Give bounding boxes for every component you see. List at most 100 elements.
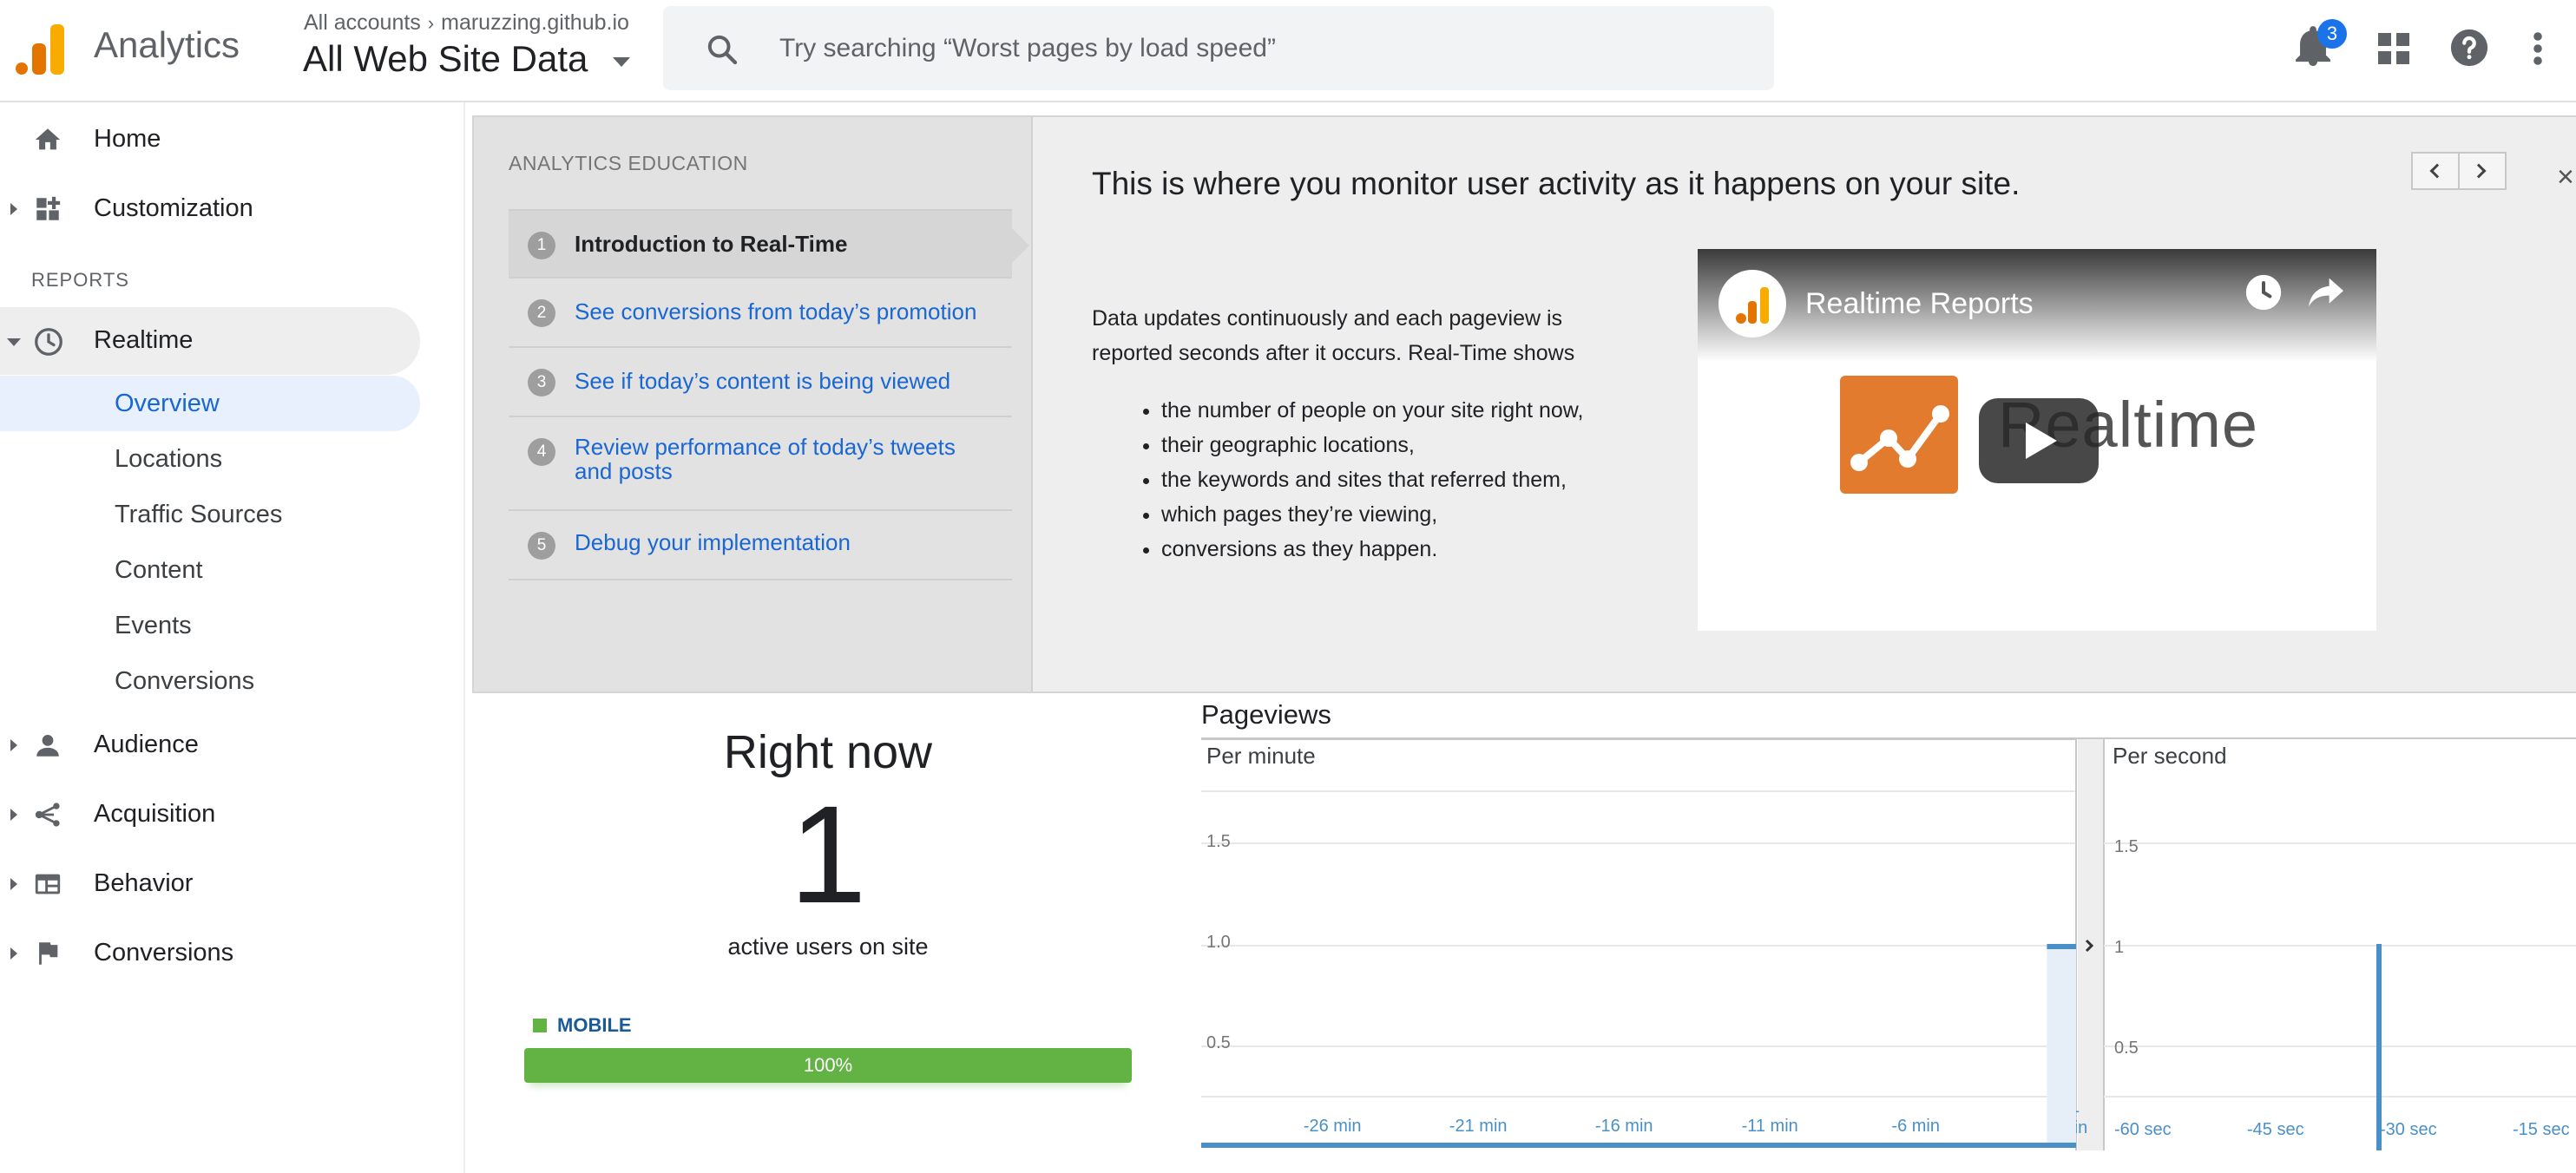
pageviews-chart: 0.5 1.0 1.5 -26 min -21 min -16 min -11 min -6 …	[1201, 739, 2576, 1150]
sidebar-item-label: Behavior	[94, 869, 194, 897]
help-icon[interactable]	[2449, 28, 2489, 68]
sidebar-subitem-label: Overview	[115, 390, 220, 417]
expand-arrow-icon[interactable]	[10, 809, 17, 821]
expand-arrow-icon[interactable]	[10, 947, 17, 960]
education-step-1[interactable]: 1 Introduction to Real-Time	[509, 209, 1029, 279]
mobile-legend-swatch	[533, 1019, 547, 1032]
analytics-logo-icon[interactable]	[16, 23, 64, 75]
reports-heading: REPORTS	[31, 269, 129, 291]
x-tick-label: -60 sec	[2114, 1120, 2172, 1139]
sidebar-item-conversions[interactable]: Conversions	[0, 920, 465, 987]
chevron-left-icon	[2429, 163, 2445, 179]
apps-grid-icon[interactable]	[2378, 33, 2409, 64]
sidebar-subitem-label: Traffic Sources	[115, 501, 283, 528]
prev-button[interactable]	[2411, 152, 2460, 190]
education-bullet: conversions as they happen.	[1161, 532, 1647, 567]
step-number: 4	[528, 438, 555, 466]
chevron-right-icon	[2471, 163, 2487, 179]
step-link[interactable]: See if today’s content is being viewed	[575, 369, 991, 393]
sidebar-item-realtime[interactable]: Realtime	[0, 307, 465, 375]
expand-arrow-icon[interactable]	[10, 203, 17, 215]
sidebar-item-overview[interactable]: Overview	[0, 376, 420, 431]
education-title: This is where you monitor user activity …	[1092, 166, 2021, 201]
sidebar-item-locations[interactable]: Locations	[0, 431, 420, 487]
x-tick-label: -16 min	[1595, 1117, 1653, 1136]
view-selector[interactable]: All Web Site Data	[303, 38, 588, 80]
step-link[interactable]: Debug your implementation	[575, 530, 991, 554]
analytics-education-panel: ANALYTICS EDUCATION 1 Introduction to Re…	[472, 115, 2576, 693]
per-second-panel	[2104, 842, 2576, 1098]
bar	[2047, 944, 2076, 949]
search-input[interactable]	[779, 6, 1734, 90]
sidebar-nav: Home Customization REPORTS Realtime Over…	[0, 102, 465, 1173]
device-share-bar[interactable]: 100%	[524, 1048, 1132, 1083]
clock-icon	[35, 328, 62, 356]
sidebar-subitem-label: Events	[115, 612, 192, 639]
notification-badge: 3	[2317, 19, 2347, 49]
close-icon[interactable]: ×	[2557, 161, 2574, 194]
video-title[interactable]: Realtime Reports	[1805, 287, 2034, 321]
watch-later-icon[interactable]	[2244, 273, 2283, 311]
step-link[interactable]: See conversions from today’s promotion	[575, 299, 991, 324]
expand-arrow-icon[interactable]	[10, 878, 17, 890]
pageviews-title: Pageviews	[1201, 699, 1331, 730]
sidebar-item-content[interactable]: Content	[0, 542, 420, 598]
channel-avatar[interactable]	[1718, 270, 1786, 337]
share-icon[interactable]	[2307, 275, 2345, 310]
y-tick-label: 1.5	[2114, 837, 2139, 856]
breadcrumb-property[interactable]: maruzzing.github.io	[441, 10, 629, 35]
video-player[interactable]: Realtime Realtime Reports	[1698, 249, 2376, 631]
education-step-2[interactable]: 2 See conversions from today’s promotion	[509, 279, 1012, 348]
active-users-label: active users on site	[727, 934, 929, 960]
education-bullet: their geographic locations,	[1161, 428, 1647, 462]
step-label: Introduction to Real-Time	[575, 231, 848, 257]
education-step-3[interactable]: 3 See if today’s content is being viewed	[509, 348, 1012, 417]
sidebar-item-audience[interactable]: Audience	[0, 711, 465, 779]
sidebar-item-label: Conversions	[94, 939, 234, 967]
expand-arrow-icon[interactable]	[10, 739, 17, 751]
sidebar-item-behavior[interactable]: Behavior	[0, 850, 465, 918]
search-bar[interactable]	[663, 6, 1774, 90]
y-tick-label: 1.5	[1206, 832, 1231, 851]
app-title: Analytics	[94, 24, 240, 65]
sidebar-item-traffic-sources[interactable]: Traffic Sources	[0, 487, 420, 542]
step-link[interactable]: Review performance of today’s tweets and…	[575, 435, 991, 483]
x-tick-label: -30 sec	[2380, 1120, 2437, 1139]
per-minute-panel	[1201, 739, 2076, 1098]
education-step-4[interactable]: 4 Review performance of today’s tweets a…	[509, 417, 1012, 511]
x-tick-label: -21 min	[1449, 1117, 1508, 1136]
y-tick-label: 0.5	[1206, 1033, 1231, 1052]
sidebar-item-label: Realtime	[94, 326, 194, 354]
pageviews-chart-area: 0.5 1.0 1.5 -26 min -21 min -16 min -11 min -6 …	[1201, 737, 2576, 1150]
education-step-5[interactable]: 5 Debug your implementation	[509, 511, 1012, 580]
education-intro: Data updates continuously and each pagev…	[1092, 306, 1575, 365]
per-second-label: Per second	[2113, 743, 2227, 769]
next-button[interactable]	[2458, 152, 2507, 190]
right-now-title: Right now	[723, 726, 933, 778]
sidebar-item-acquisition[interactable]: Acquisition	[0, 781, 465, 849]
step-number: 1	[528, 232, 555, 259]
sidebar-item-realtime-conversions[interactable]: Conversions	[0, 653, 420, 709]
education-bullet: which pages they’re viewing,	[1161, 497, 1647, 532]
dashboard-icon	[36, 196, 61, 220]
more-vert-icon[interactable]	[2529, 31, 2546, 66]
breadcrumb-root[interactable]: All accounts	[304, 10, 421, 35]
sidebar-item-events[interactable]: Events	[0, 598, 420, 653]
y-tick-label: 1	[2114, 938, 2124, 957]
video-thumbnail-icon	[1840, 376, 1958, 494]
sidebar-item-home[interactable]: Home	[0, 106, 465, 174]
sidebar-item-label: Audience	[94, 731, 199, 758]
home-icon	[35, 128, 61, 150]
step-number: 3	[528, 369, 555, 396]
play-button[interactable]	[1979, 398, 2099, 483]
caret-down-icon[interactable]	[613, 57, 630, 67]
step-number: 2	[528, 299, 555, 327]
device-legend-label[interactable]: MOBILE	[557, 1014, 632, 1037]
collapse-arrow-icon[interactable]	[7, 338, 21, 346]
education-heading: ANALYTICS EDUCATION	[509, 152, 748, 174]
web-page-icon	[35, 874, 61, 894]
account-breadcrumb[interactable]: All accounts › maruzzing.github.io	[304, 10, 629, 36]
bar	[2376, 944, 2382, 1150]
top-bar: Analytics All accounts › maruzzing.github.…	[0, 0, 2576, 102]
sidebar-item-customization[interactable]: Customization	[0, 175, 465, 243]
